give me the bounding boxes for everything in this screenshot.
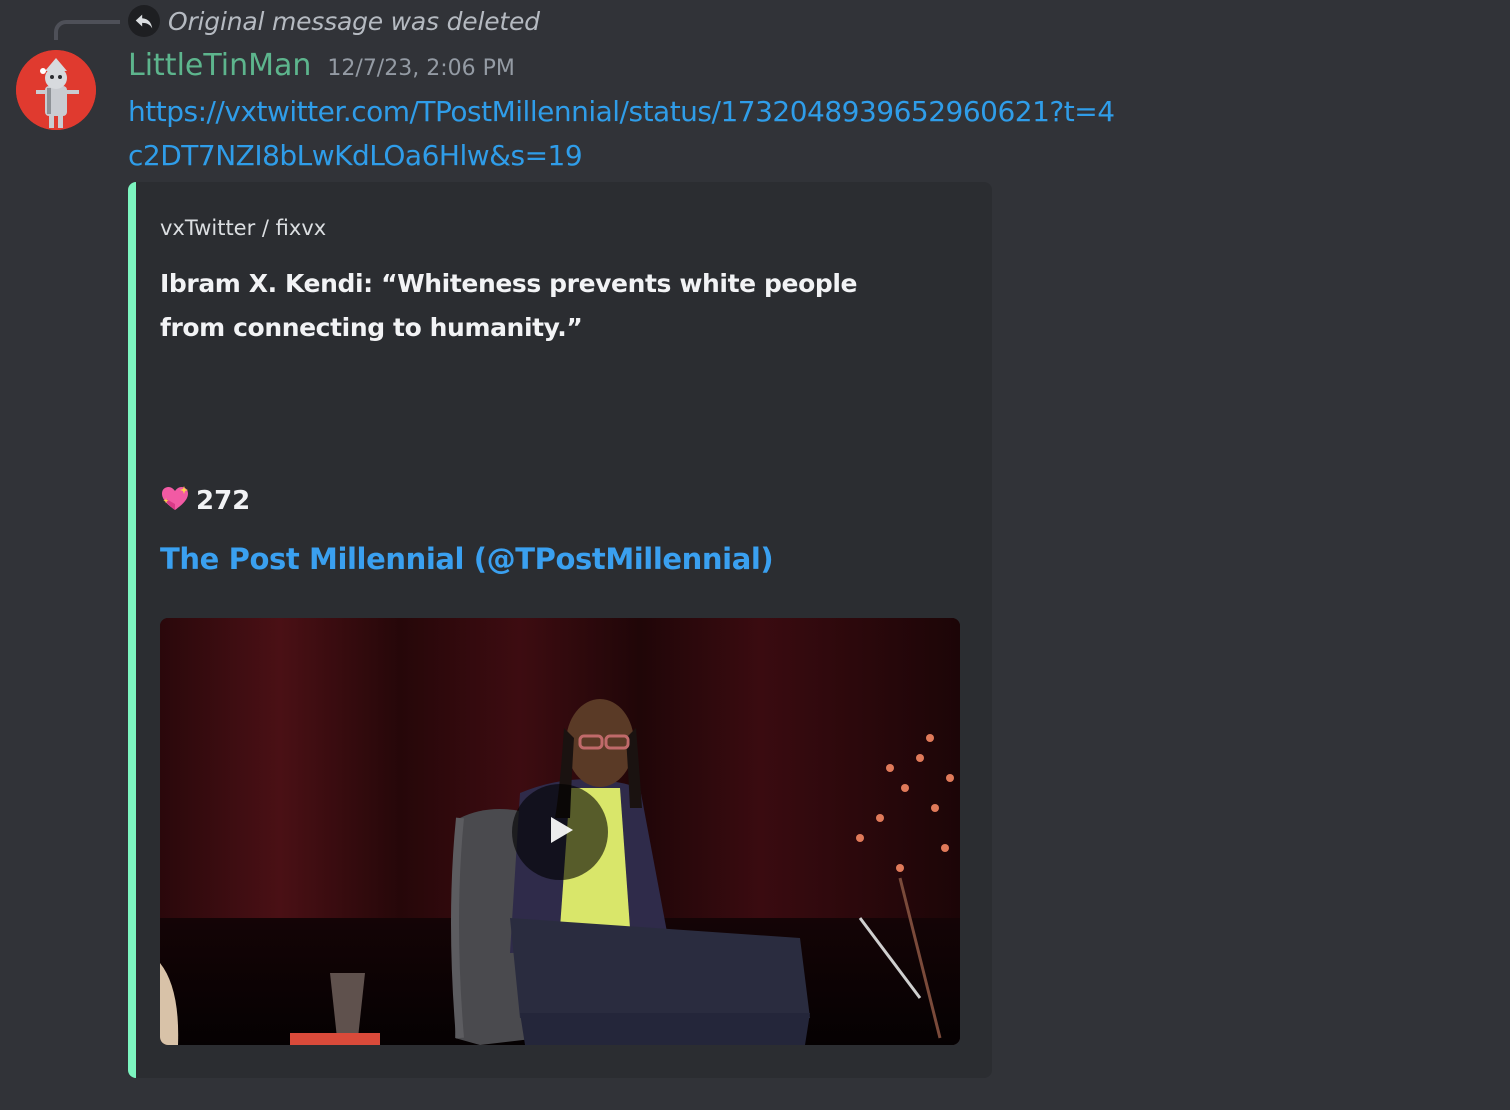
play-icon bbox=[542, 812, 578, 852]
reply-spine bbox=[54, 20, 120, 40]
sparkling-heart-icon bbox=[160, 484, 190, 518]
reply-arrow-icon bbox=[128, 5, 160, 37]
reply-reference[interactable]: Original message was deleted bbox=[128, 4, 540, 38]
embed-author-link[interactable]: The Post Millennial (@TPostMillennial) bbox=[160, 542, 774, 576]
video-player[interactable] bbox=[160, 618, 960, 1045]
reply-deleted-text: Original message was deleted bbox=[168, 6, 540, 36]
link-embed: vxTwitter / fixvx Ibram X. Kendi: “White… bbox=[128, 182, 992, 1078]
play-button[interactable] bbox=[512, 784, 608, 880]
message-header: LittleTinMan 12/7/23, 2:06 PM bbox=[128, 48, 515, 83]
embed-provider: vxTwitter / fixvx bbox=[160, 216, 327, 240]
message-link[interactable]: https://vxtwitter.com/TPostMillennial/st… bbox=[128, 90, 1128, 178]
avatar[interactable] bbox=[16, 50, 96, 130]
embed-description: Ibram X. Kendi: “Whiteness prevents whit… bbox=[160, 269, 858, 342]
likes-row: 272 bbox=[160, 484, 250, 518]
username[interactable]: LittleTinMan bbox=[128, 48, 311, 83]
likes-count: 272 bbox=[196, 486, 251, 516]
timestamp[interactable]: 12/7/23, 2:06 PM bbox=[327, 56, 514, 81]
chat-view: Original message was deleted LittleTinMa… bbox=[0, 0, 1510, 1110]
